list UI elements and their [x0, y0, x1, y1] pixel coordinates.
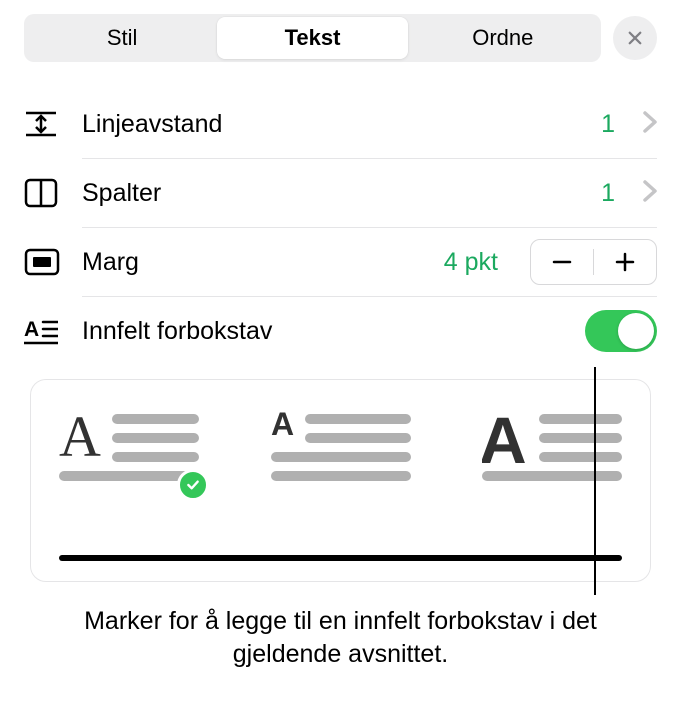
margin-increase-button[interactable] — [594, 240, 656, 284]
columns-icon — [24, 178, 64, 208]
svg-text:A: A — [482, 408, 527, 477]
drop-cap-option-3[interactable]: A — [482, 408, 622, 491]
drop-cap-options: A A A — [30, 379, 651, 582]
toggle-knob — [618, 313, 654, 349]
svg-text:A: A — [24, 318, 39, 341]
minus-icon — [551, 251, 573, 273]
close-icon — [626, 29, 644, 47]
margin-decrease-button[interactable] — [531, 240, 593, 284]
row-columns[interactable]: Spalter 1 — [24, 159, 657, 227]
row-label: Spalter — [82, 179, 583, 208]
row-label: Innfelt forbokstav — [82, 317, 567, 346]
drop-cap-toggle[interactable] — [585, 310, 657, 352]
chevron-right-icon — [643, 111, 657, 138]
drop-cap-option-2[interactable]: A — [271, 408, 411, 491]
tab-ordne[interactable]: Ordne — [408, 17, 598, 59]
tab-label: Stil — [107, 25, 138, 51]
drop-cap-icon: A — [24, 317, 64, 345]
margin-icon — [24, 248, 64, 276]
row-value: 4 pkt — [444, 248, 498, 277]
svg-text:A: A — [271, 408, 294, 442]
caption-container: Marker for å legge til en innfelt forbok… — [0, 605, 681, 673]
callout-line — [594, 367, 596, 595]
svg-text:A: A — [59, 408, 101, 469]
row-margin: Marg 4 pkt — [24, 228, 657, 296]
tab-stil[interactable]: Stil — [27, 17, 217, 59]
tab-tekst[interactable]: Tekst — [217, 17, 407, 59]
line-spacing-icon — [24, 109, 64, 139]
tab-label: Ordne — [472, 25, 533, 51]
row-label: Linjeavstand — [82, 110, 583, 139]
chevron-right-icon — [643, 180, 657, 207]
plus-icon — [614, 251, 636, 273]
margin-stepper — [530, 239, 657, 285]
close-button[interactable] — [613, 16, 657, 60]
drop-cap-style-2-icon: A — [271, 408, 411, 486]
drop-cap-option-1[interactable]: A — [59, 408, 199, 491]
row-value: 1 — [601, 110, 615, 139]
row-value: 1 — [601, 179, 615, 208]
drop-cap-style-3-icon: A — [482, 408, 622, 486]
row-drop-cap: A Innfelt forbokstav — [24, 297, 657, 365]
tab-label: Tekst — [285, 25, 341, 51]
tabs-row: Stil Tekst Ordne — [24, 14, 657, 62]
text-format-panel: Stil Tekst Ordne Linjeavstan — [0, 0, 681, 582]
drag-handle[interactable] — [59, 555, 622, 561]
drop-cap-style-1-icon: A — [59, 408, 199, 486]
segmented-tabs: Stil Tekst Ordne — [24, 14, 601, 62]
caption-text: Marker for å legge til en innfelt forbok… — [80, 605, 601, 673]
row-line-spacing[interactable]: Linjeavstand 1 — [24, 90, 657, 158]
row-label: Marg — [82, 248, 426, 277]
selected-check-icon — [177, 469, 209, 501]
